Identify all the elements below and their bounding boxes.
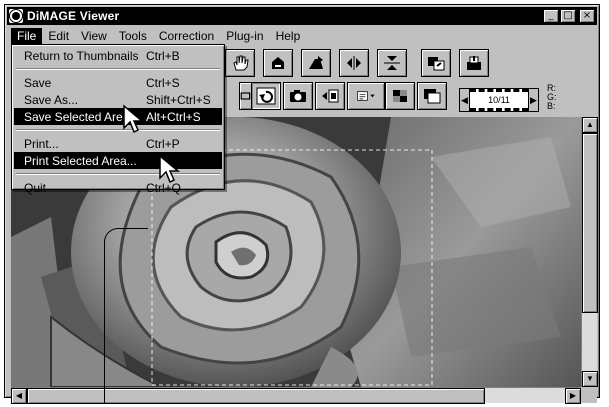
- menu-item-shortcut: Shift+Ctrl+S: [146, 92, 211, 107]
- scroll-down-button[interactable]: ▼: [582, 371, 598, 387]
- minimize-button[interactable]: _: [543, 9, 559, 23]
- frame-navigator: ◀ 10/11 ▶: [459, 88, 539, 112]
- menu-item-label: Quit: [24, 180, 47, 195]
- menu-item-quit[interactable]: Quit Ctrl+Q: [14, 179, 222, 196]
- menu-tools[interactable]: Tools: [113, 28, 153, 44]
- image-transfer-icon: [428, 57, 445, 71]
- vertical-scroll-thumb[interactable]: [582, 133, 598, 313]
- flip-horizontal-button[interactable]: [339, 49, 369, 77]
- flip-vertical-icon: [384, 56, 400, 70]
- menu-plug-in[interactable]: Plug-in: [220, 28, 269, 44]
- window-controls: _ □ ×: [542, 9, 595, 23]
- menu-help[interactable]: Help: [270, 28, 307, 44]
- batch-process-icon: [467, 56, 481, 70]
- menu-item-label: Return to Thumbnails: [24, 48, 139, 63]
- menu-item-shortcut: Ctrl+P: [146, 136, 180, 151]
- pointer-cursor-icon: [123, 104, 145, 134]
- checker-icon: [393, 90, 407, 102]
- flip-vertical-button[interactable]: [377, 49, 407, 77]
- menu-separator: [16, 68, 220, 70]
- view-original-button[interactable]: [385, 82, 415, 110]
- camera-button[interactable]: [283, 82, 313, 110]
- menu-item-save[interactable]: Save Ctrl+S: [14, 74, 222, 91]
- camera-icon: [290, 90, 306, 102]
- pointer-cursor-icon-2: [159, 154, 181, 184]
- horizontal-scrollbar[interactable]: ◀ ▶: [11, 387, 581, 404]
- flip-horizontal-icon: [347, 56, 361, 70]
- rgb-readout: R: G: B:: [547, 84, 557, 111]
- menu-item-save-selected-area[interactable]: Save Selected Area Alt+Ctrl+S: [14, 108, 222, 125]
- menu-item-save-as[interactable]: Save As... Shift+Ctrl+S: [14, 91, 222, 108]
- menu-file[interactable]: File: [11, 27, 43, 44]
- menu-edit[interactable]: Edit: [42, 28, 75, 44]
- settings-dropdown-button[interactable]: [347, 82, 385, 110]
- scroll-left-button[interactable]: ◀: [11, 388, 27, 404]
- callout-leader-line: [104, 228, 148, 403]
- maximize-button[interactable]: □: [560, 9, 576, 23]
- rotate-right-icon: [309, 56, 323, 69]
- previous-frame-button[interactable]: ◀: [460, 89, 470, 111]
- list-settings-icon: [357, 91, 375, 101]
- scroll-right-button[interactable]: ▶: [565, 388, 581, 404]
- hand-tool-button[interactable]: [225, 49, 255, 77]
- rotate-left-button[interactable]: [263, 49, 293, 77]
- menu-item-shortcut: Alt+Ctrl+S: [146, 109, 201, 124]
- scroll-up-button[interactable]: ▲: [582, 117, 598, 133]
- dual-view-button[interactable]: [417, 82, 447, 110]
- dual-window-icon: [424, 89, 441, 104]
- menu-item-label: Save As...: [24, 92, 79, 107]
- menu-bar: File Edit View Tools Correction Plug-in …: [7, 26, 597, 45]
- menu-item-return-to-thumbnails[interactable]: Return to Thumbnails Ctrl+B: [14, 47, 222, 64]
- image-transfer-button[interactable]: [421, 49, 451, 77]
- app-logo-icon: [9, 9, 23, 23]
- compare-button[interactable]: [315, 82, 345, 110]
- compare-icon: [322, 89, 339, 103]
- menu-separator: [16, 173, 220, 175]
- next-frame-button[interactable]: ▶: [528, 89, 538, 111]
- menu-item-label: Print Selected Area...: [24, 153, 137, 168]
- window-title: DiMAGE Viewer: [27, 9, 120, 23]
- close-button[interactable]: ×: [579, 9, 595, 23]
- menu-item-label: Save: [24, 75, 52, 90]
- menu-item-shortcut: Ctrl+S: [146, 75, 180, 90]
- horizontal-scroll-thumb[interactable]: [27, 388, 485, 404]
- menu-item-print[interactable]: Print... Ctrl+P: [14, 135, 222, 152]
- undo-icon: [256, 87, 276, 105]
- hand-icon: [233, 55, 249, 71]
- menu-separator: [16, 129, 220, 131]
- frame-counter: 10/11: [470, 89, 528, 111]
- menu-item-label: Print...: [24, 136, 59, 151]
- menu-item-print-selected-area[interactable]: Print Selected Area...: [14, 152, 222, 169]
- resize-grip[interactable]: [581, 387, 597, 403]
- batch-process-button[interactable]: [459, 49, 489, 77]
- vertical-scrollbar[interactable]: ▲ ▼: [581, 117, 598, 387]
- menu-item-label: Save Selected Area: [24, 109, 130, 124]
- file-menu-dropdown: Return to Thumbnails Ctrl+B Save Ctrl+S …: [11, 44, 225, 195]
- rgb-b-label: B:: [547, 101, 556, 111]
- undo-button[interactable]: [251, 82, 281, 110]
- title-bar[interactable]: DiMAGE Viewer _ □ ×: [7, 7, 597, 25]
- menu-correction[interactable]: Correction: [153, 28, 220, 44]
- menu-item-shortcut: Ctrl+B: [146, 48, 180, 63]
- rotate-right-button[interactable]: [301, 49, 331, 77]
- menu-view[interactable]: View: [75, 28, 113, 44]
- rotate-left-icon: [272, 57, 284, 69]
